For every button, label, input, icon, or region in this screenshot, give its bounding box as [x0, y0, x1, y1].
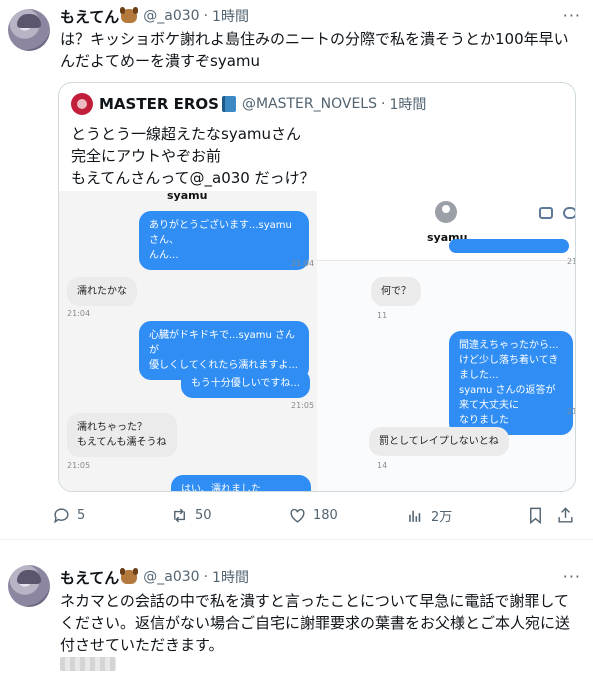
more-options-icon[interactable]: ··· — [563, 6, 581, 25]
contact-avatar-icon — [435, 201, 457, 223]
handle[interactable]: @_a030 — [143, 8, 199, 24]
chat-bubble-out: ありがとうございます...syamu さん、 んん... — [139, 211, 309, 270]
avatar[interactable] — [8, 9, 50, 51]
views-button[interactable]: 2万 — [406, 504, 452, 526]
timestamp[interactable]: 1時間 — [212, 567, 249, 587]
phone-icon[interactable] — [563, 207, 575, 219]
chat-bubble-in: 何で？ — [371, 277, 421, 306]
retweet-icon — [174, 508, 185, 522]
bookmark-button[interactable] — [526, 504, 551, 526]
dog-emoji-icon — [120, 7, 139, 23]
quote-header: MASTER EROS @MASTER_NOVELS · 1時間 — [71, 93, 426, 115]
quote-text-line: 完全にアウトやぞお前 — [71, 147, 222, 165]
like-count: 180 — [313, 507, 338, 523]
chat-timestamp: 21 — [567, 407, 575, 416]
more-options-icon[interactable]: ··· — [563, 567, 581, 586]
book-emoji-icon — [221, 96, 236, 112]
chat-bubble-in: 濡れたかな — [67, 277, 137, 306]
share-button[interactable] — [556, 504, 581, 526]
display-name[interactable]: もえてん — [60, 567, 119, 588]
reply-count: 5 — [77, 507, 86, 523]
chat-bubble-out: もう十分優しいですね... — [181, 369, 310, 398]
retweet-button[interactable]: 50 — [170, 504, 212, 526]
tweet[interactable]: もえてん @_a030 · 1時間 ··· ネカマとの会話の中で私を潰すと言った… — [0, 548, 593, 684]
quote-timestamp[interactable]: 1時間 — [389, 94, 426, 114]
chat-bubble-in: 罰としてレイプしないとね — [369, 427, 509, 456]
quoted-tweet[interactable]: MASTER EROS @MASTER_NOVELS · 1時間 とうとう一線超… — [58, 82, 576, 492]
bubble-text: なりました — [459, 415, 509, 426]
separator: · — [380, 96, 386, 112]
chat-screenshot-left[interactable]: syamu ありがとうございます...syamu さん、 んん... 21:04… — [59, 191, 317, 491]
tweet-header: もえてん @_a030 · 1時間 — [60, 567, 249, 587]
chat-timestamp: 21 — [567, 257, 575, 266]
quote-text-line: とうとう一線超えたなsyamuさん — [71, 125, 302, 143]
bubble-text: 心臓がドキドキで...syamu さんが — [149, 330, 296, 356]
quote-display-name[interactable]: MASTER EROS — [99, 95, 219, 113]
chat-timestamp: 21:04 — [67, 309, 91, 318]
separator: · — [203, 8, 209, 24]
chat-bubble-out — [449, 239, 569, 253]
tweet[interactable]: もえてん @_a030 · 1時間 ··· は？キッショボケ謝れよ島住みのニート… — [0, 0, 593, 540]
quote-avatar[interactable] — [71, 93, 93, 115]
bookmark-icon — [530, 507, 541, 524]
chat-timestamp: 21:05 — [67, 461, 91, 470]
dog-emoji-icon — [120, 568, 139, 584]
video-call-icon[interactable] — [539, 207, 553, 219]
bubble-text: けど少し落ち着いてきました... — [459, 355, 559, 381]
bubble-text: んん... — [149, 250, 179, 261]
bubble-text: syamu さんの返答が来て大丈夫に — [459, 385, 556, 411]
quote-handle[interactable]: @MASTER_NOVELS — [242, 96, 377, 112]
chat-bubble-out: はい、濡れました — [171, 475, 311, 491]
like-icon — [290, 508, 305, 523]
chat-title: syamu — [167, 191, 208, 202]
chat-bubble-out: 間違えちゃったから... けど少し落ち着いてきました... syamu さんの返… — [449, 331, 573, 435]
tweet-text: ネカマとの会話の中で私を潰すと言ったことについて早急に電話で謝罪してください。返… — [60, 592, 571, 654]
bubble-text: 間違えちゃったから... — [459, 340, 559, 351]
retweet-count: 50 — [195, 507, 212, 523]
chat-timestamp: 11 — [377, 311, 388, 320]
action-bar: 5 50 180 2万 — [52, 504, 582, 526]
timestamp[interactable]: 1時間 — [212, 6, 249, 26]
tweet-header: もえてん @_a030 · 1時間 — [60, 6, 249, 26]
blurred-content — [60, 657, 116, 671]
chat-timestamp: 14 — [377, 461, 388, 470]
views-count: 2万 — [431, 509, 453, 525]
bubble-text: ありがとうございます...syamu さん、 — [149, 220, 292, 246]
quote-text-line: もえてんさんって@_a030 だっけ？ — [71, 169, 315, 187]
chat-timestamp: 21:04 — [291, 259, 315, 268]
separator: · — [203, 569, 209, 585]
tweet-text: は？キッショボケ謝れよ島住みのニートの分際で私を潰そうとか100年早いんだよてめ… — [60, 30, 569, 70]
handle[interactable]: @_a030 — [143, 569, 199, 585]
avatar[interactable] — [8, 565, 50, 607]
bubble-text: もえてんも濡そうね — [77, 437, 167, 448]
chat-screenshot-right[interactable]: syamu 21 何で？ 11 間違えちゃったから... けど少し落ち着いてきま… — [317, 191, 575, 491]
chat-timestamp: 21:05 — [291, 401, 315, 410]
display-name[interactable]: もえてん — [60, 6, 119, 27]
quote-text: とうとう一線超えたなsyamuさん 完全にアウトやぞお前 もえてんさんって@_a… — [71, 123, 561, 189]
reply-button[interactable]: 5 — [52, 504, 85, 526]
bubble-text: 濡れちゃった？ — [77, 422, 147, 433]
share-icon — [558, 506, 573, 523]
reply-icon — [54, 507, 69, 524]
views-icon — [409, 510, 421, 522]
chat-bubble-in: 濡れちゃった？ もえてんも濡そうね — [67, 413, 177, 457]
like-button[interactable]: 180 — [288, 504, 338, 526]
